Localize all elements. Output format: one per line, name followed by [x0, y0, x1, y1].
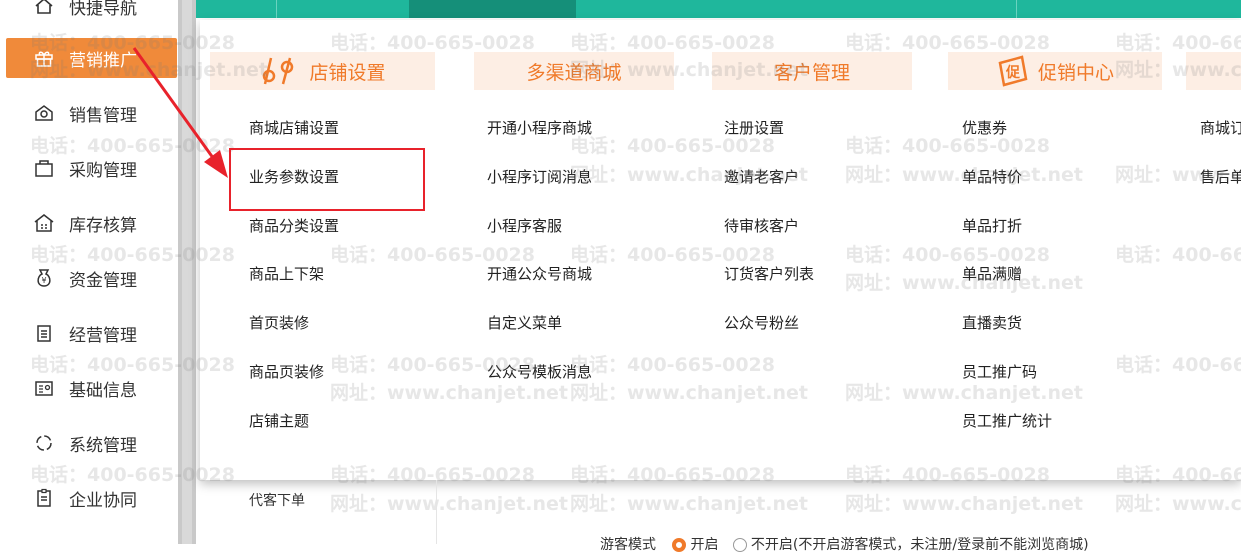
sidebar-item-operations[interactable]: 经营管理	[0, 313, 180, 353]
sidebar-item-quick-nav[interactable]: 快捷导航	[0, 0, 180, 26]
sidebar-item-label: 系统管理	[69, 435, 137, 456]
sidebar-item-label: 快捷导航	[69, 0, 137, 19]
promotion-icon: 促	[996, 55, 1030, 87]
svg-text:¥: ¥	[41, 276, 46, 285]
bag-icon	[33, 157, 55, 179]
sidebar-item-collaboration[interactable]: 企业协同	[0, 478, 180, 518]
menu-item-discount[interactable]: 单品打折	[962, 215, 1022, 236]
menu-item-followers[interactable]: 公众号粉丝	[724, 312, 799, 333]
menu-item-register-settings[interactable]: 注册设置	[724, 117, 784, 138]
menu-item-miniprogram-subscribe[interactable]: 小程序订阅消息	[487, 166, 592, 187]
radio-on-label: 开启	[690, 537, 719, 553]
sidebar-item-label: 经营管理	[69, 325, 137, 346]
column-title: 多渠道商城	[526, 61, 622, 84]
menu-item-store-theme[interactable]: 店铺主题	[249, 410, 309, 431]
column-header-partial	[1186, 52, 1241, 90]
column-header-customer: 客户管理	[712, 52, 912, 90]
menu-item-home-decoration[interactable]: 首页装修	[249, 312, 309, 333]
top-nav-bar	[196, 0, 1241, 18]
column-title: 促销中心	[1037, 61, 1114, 84]
menu-item-official-account-open[interactable]: 开通公众号商城	[487, 263, 592, 284]
sidebar-item-inventory[interactable]: 库存核算	[0, 203, 180, 243]
menu-item-staff-promo-stats[interactable]: 员工推广统计	[962, 410, 1052, 431]
marketing-dropdown-panel: 店铺设置 多渠道商城 客户管理 促 促销中心 商城店铺设置 业务参数设置 商品分…	[200, 20, 1241, 480]
sidebar-item-label: 企业协同	[69, 490, 137, 511]
nav-tab-active[interactable]	[409, 0, 576, 18]
highlight-box	[229, 148, 425, 211]
menu-item-coupons[interactable]: 优惠券	[962, 117, 1007, 138]
menu-item-gift[interactable]: 单品满赠	[962, 263, 1022, 284]
home-icon	[33, 0, 55, 17]
system-icon	[33, 432, 55, 454]
menu-item-pending-customers[interactable]: 待审核客户	[724, 215, 799, 236]
sidebar-item-basic-info[interactable]: 基础信息	[0, 368, 180, 408]
money-icon: ¥	[33, 267, 55, 289]
clipboard-icon	[33, 322, 55, 344]
visitor-mode-row: 游客模式 开启 不开启(不开启游客模式，未注册/登录前不能浏览商城)	[600, 534, 1089, 554]
menu-item-mall-orders[interactable]: 商城订	[1200, 117, 1241, 138]
menu-item-template-message[interactable]: 公众号模板消息	[487, 361, 592, 382]
id-card-icon	[33, 377, 55, 399]
menu-item-after-sales[interactable]: 售后单	[1200, 166, 1241, 187]
column-title: 客户管理	[773, 61, 850, 84]
menu-item-miniprogram-open[interactable]: 开通小程序商城	[487, 117, 592, 138]
annotation-arrow	[132, 47, 228, 178]
column-header-store-settings: 店铺设置	[210, 52, 435, 90]
menu-item-invite-customers[interactable]: 邀请老客户	[724, 166, 799, 187]
radio-on[interactable]	[672, 538, 687, 552]
sales-icon	[33, 102, 55, 124]
sidebar-item-label: 资金管理	[69, 270, 137, 291]
radio-off-label: 不开启	[750, 537, 793, 553]
column-title: 店铺设置	[309, 61, 386, 84]
menu-item-custom-menu[interactable]: 自定义菜单	[487, 312, 562, 333]
menu-item-staff-promo-code[interactable]: 员工推广码	[962, 361, 1037, 382]
menu-item-live-selling[interactable]: 直播卖货	[962, 312, 1022, 333]
radio-off-note: (不开启游客模式，未注册/登录前不能浏览商城)	[792, 537, 1089, 553]
visitor-mode-label: 游客模式	[600, 537, 656, 553]
menu-item-customer-list[interactable]: 订货客户列表	[724, 263, 814, 284]
menu-item-miniprogram-service[interactable]: 小程序客服	[487, 215, 562, 236]
warehouse-icon	[33, 212, 55, 234]
radio-off[interactable]	[732, 538, 747, 552]
menu-item-shelf-management[interactable]: 商品上下架	[249, 263, 324, 284]
svg-text:促: 促	[1005, 64, 1021, 81]
column-header-promotion: 促 促销中心	[948, 52, 1162, 90]
menu-item-store-settings[interactable]: 商城店铺设置	[249, 117, 339, 138]
sidebar-item-funds[interactable]: ¥ 资金管理	[0, 258, 180, 298]
nav-separator	[1016, 0, 1017, 18]
gift-icon	[33, 47, 55, 69]
proxy-order-link[interactable]: 代客下单	[249, 490, 305, 510]
nav-separator	[276, 0, 277, 18]
sidebar-item-label: 库存核算	[69, 215, 137, 236]
menu-item-category-settings[interactable]: 商品分类设置	[249, 215, 339, 236]
sidebar-item-label: 基础信息	[69, 380, 137, 401]
sidebar-item-system[interactable]: 系统管理	[0, 423, 180, 463]
content-divider	[436, 480, 437, 544]
collab-icon	[33, 487, 55, 509]
settings-icon	[259, 56, 301, 86]
menu-item-special-price[interactable]: 单品特价	[962, 166, 1022, 187]
menu-item-product-page-decoration[interactable]: 商品页装修	[249, 361, 324, 382]
column-header-multichannel: 多渠道商城	[474, 52, 674, 90]
